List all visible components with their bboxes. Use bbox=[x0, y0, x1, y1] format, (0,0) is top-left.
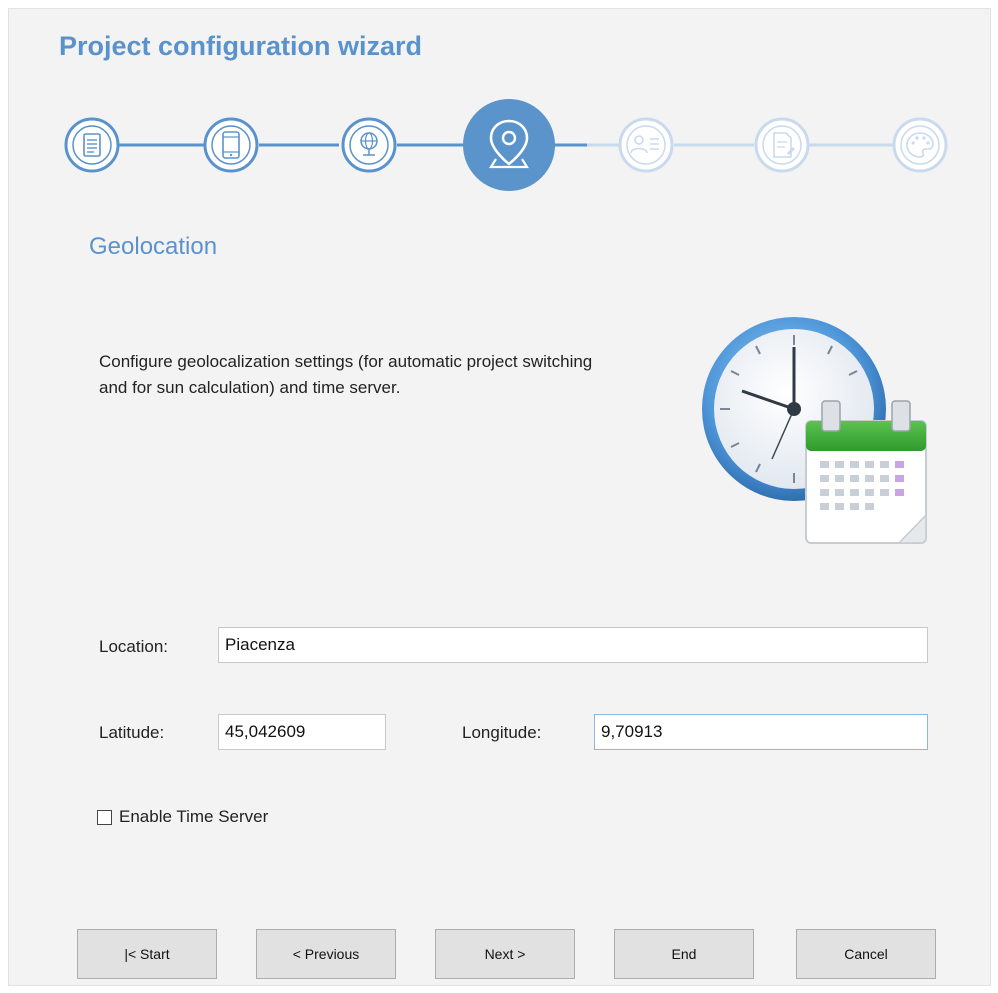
end-button[interactable]: End bbox=[614, 929, 754, 979]
latitude-input[interactable] bbox=[218, 714, 386, 750]
step-5-user-list-icon[interactable] bbox=[618, 117, 674, 173]
cancel-button[interactable]: Cancel bbox=[796, 929, 936, 979]
previous-button[interactable]: < Previous bbox=[256, 929, 396, 979]
step-7-palette-icon[interactable] bbox=[892, 117, 948, 173]
step-4-location-pin-icon[interactable] bbox=[463, 99, 555, 191]
section-title: Geolocation bbox=[89, 233, 218, 260]
step-3-network-globe-icon[interactable] bbox=[341, 117, 397, 173]
clock-calendar-icon bbox=[694, 309, 934, 549]
time-server-checkbox[interactable] bbox=[97, 809, 112, 825]
time-server-toggle[interactable]: Enable Time Server bbox=[97, 807, 268, 827]
start-button[interactable]: |< Start bbox=[77, 929, 217, 979]
location-input[interactable] bbox=[218, 627, 928, 663]
step-1-document-list-icon[interactable] bbox=[64, 117, 120, 173]
latitude-label: Latitude: bbox=[99, 723, 165, 742]
wizard-window: Project configuration wizard Geolocation… bbox=[8, 8, 991, 986]
next-button[interactable]: Next > bbox=[435, 929, 575, 979]
wizard-stepper bbox=[9, 97, 992, 197]
longitude-input[interactable] bbox=[594, 714, 928, 750]
wizard-title: Project configuration wizard bbox=[59, 31, 423, 61]
step-2-mobile-device-icon[interactable] bbox=[203, 117, 259, 173]
time-server-label: Enable Time Server bbox=[119, 807, 269, 826]
location-label: Location: bbox=[99, 637, 168, 656]
step-6-document-edit-icon[interactable] bbox=[754, 117, 810, 173]
section-description: Configure geolocalization settings (for … bbox=[99, 352, 593, 397]
longitude-label: Longitude: bbox=[462, 723, 542, 742]
